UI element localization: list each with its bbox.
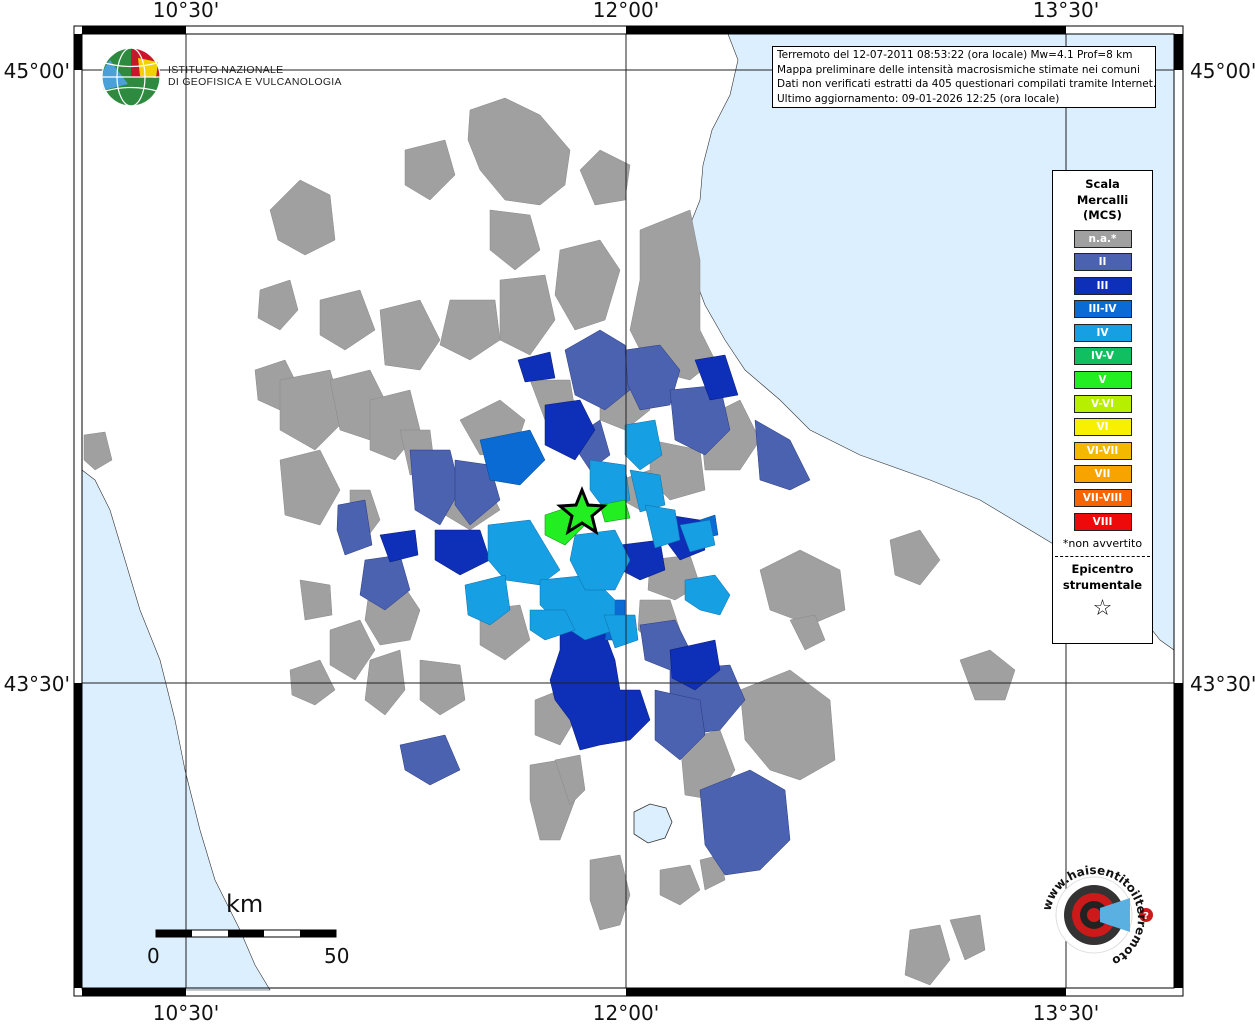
legend-swatch: IV (1073, 323, 1132, 342)
legend-separator (1055, 555, 1150, 557)
lon-label-top-3: 13°30' (1033, 0, 1099, 22)
lat-label-left-1: 45°00' (4, 59, 70, 83)
info-line-event: Terremoto del 12-07-2011 08:53:22 (ora l… (777, 49, 1133, 61)
ingv-logo-icon (101, 47, 161, 107)
legend-swatch: VII (1073, 465, 1132, 484)
legend-swatch: III (1073, 276, 1132, 295)
scale-bar-min-label: 0 (147, 944, 160, 968)
legend-title: Scala Mercalli (MCS) (1053, 177, 1152, 224)
mcs-legend: Scala Mercalli (MCS) n.a.* II III III-IV IV I… (1052, 170, 1153, 644)
lon-label-bottom-2: 12°00' (593, 1001, 659, 1024)
legend-epicenter-label: Epicentro strumentale (1053, 561, 1152, 593)
legend-title-line-2: Mercalli (1076, 192, 1129, 207)
legend-swatch: n.a.* (1073, 229, 1132, 248)
info-line-last-update: Ultimo aggiornamento: 09-01-2026 12:25 (… (777, 92, 1060, 105)
legend-swatches: n.a.* II III III-IV IV IV-V V V-VI VI VI-VII VII VI… (1053, 229, 1152, 531)
legend-swatch: V (1073, 371, 1132, 390)
legend-swatch: IV-V (1073, 347, 1132, 366)
info-line-description: Mappa preliminare delle intensità macros… (777, 63, 1140, 76)
legend-note: *non avvertito (1062, 536, 1143, 550)
legend-swatch: VI (1073, 418, 1132, 437)
scale-bar (155, 929, 337, 938)
legend-swatch: VI-VII (1073, 441, 1132, 460)
scale-bar-max-label: 50 (324, 944, 350, 968)
legend-epicenter-line-2: strumentale (1062, 577, 1143, 592)
event-info-box: Terremoto del 12-07-2011 08:53:22 (ora l… (772, 46, 1156, 108)
scale-bar-unit: km (226, 890, 264, 918)
legend-epicenter-line-1: Epicentro (1071, 561, 1134, 576)
lon-label-bottom-3: 13°30' (1033, 1001, 1099, 1024)
legend-swatch: VII-VIII (1073, 489, 1132, 508)
legend-swatch: II (1073, 253, 1132, 272)
lat-label-left-2: 43°30' (4, 672, 70, 696)
legend-swatch: III-IV (1073, 300, 1132, 319)
lon-label-top-1: 10°30' (153, 0, 219, 22)
info-line-data-source: Dati non verificati estratti da 405 ques… (777, 78, 1157, 90)
ingv-logo-line-1: ISTITUTO NAZIONALE (168, 64, 284, 76)
legend-title-line-1: Scala (1085, 177, 1120, 191)
ingv-logo-text: ISTITUTO NAZIONALE DI GEOFISICA E VULCAN… (168, 64, 342, 88)
legend-swatch: VIII (1073, 512, 1132, 531)
ingv-logo-line-2: DI GEOFISICA E VULCANOLOGIA (168, 76, 342, 88)
legend-star-icon: ☆ (1092, 595, 1113, 621)
lat-label-right-1: 45°00' (1190, 59, 1255, 83)
legend-swatch: V-VI (1073, 394, 1132, 413)
lon-label-bottom-1: 10°30' (153, 1001, 219, 1024)
lon-label-top-2: 12°00' (593, 0, 659, 22)
lat-label-right-2: 43°30' (1190, 672, 1255, 696)
legend-title-line-3: (MCS) (1083, 208, 1122, 222)
